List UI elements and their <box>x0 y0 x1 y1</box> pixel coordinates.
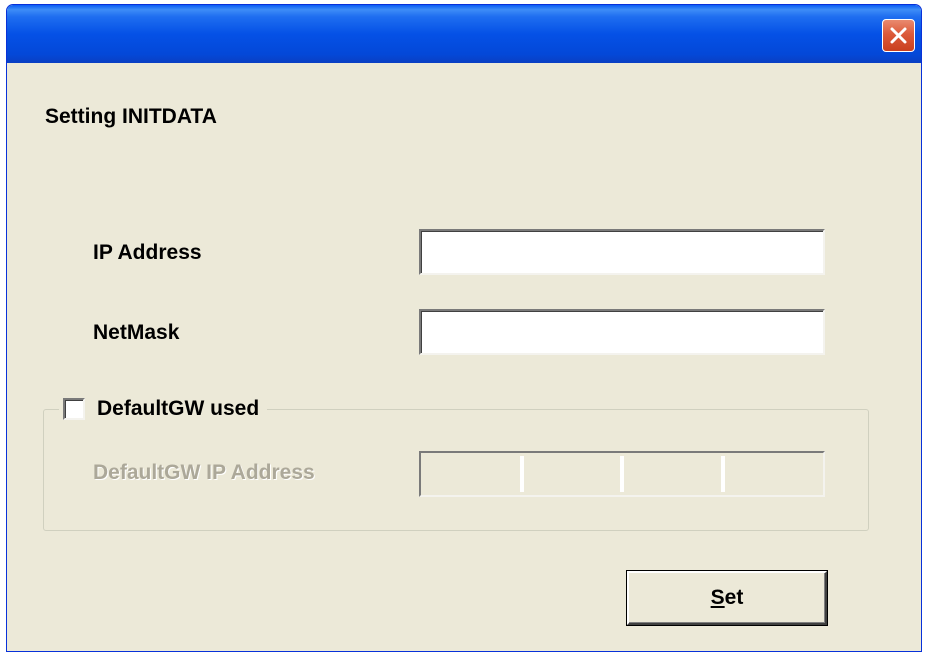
dialog-window: Setting INITDATA IP Address NetMask Defa… <box>6 4 922 652</box>
default-gw-ip-label: DefaultGW IP Address <box>93 461 315 484</box>
close-icon <box>890 27 907 44</box>
default-gw-checkbox-label[interactable]: DefaultGW used <box>97 397 259 421</box>
title-bar[interactable] <box>7 5 921 63</box>
set-button-mnemonic: S <box>710 586 725 609</box>
dialog-heading: Setting INITDATA <box>45 105 217 128</box>
default-gateway-legend: DefaultGW used <box>59 393 268 425</box>
default-gw-ip-field <box>419 451 825 497</box>
ip-address-input[interactable] <box>419 229 825 275</box>
default-gw-checkbox[interactable] <box>63 398 85 420</box>
gw-octet-3 <box>624 456 725 492</box>
set-button-label-rest: et <box>724 586 744 609</box>
set-button[interactable]: Set <box>626 570 828 626</box>
gw-octet-2 <box>523 456 624 492</box>
gw-octet-4 <box>724 456 821 492</box>
netmask-input[interactable] <box>419 309 825 355</box>
close-button[interactable] <box>882 19 915 52</box>
netmask-label: NetMask <box>93 321 180 344</box>
ip-address-label: IP Address <box>93 241 202 264</box>
dialog-content: Setting INITDATA IP Address NetMask Defa… <box>7 63 921 651</box>
gw-octet-1 <box>423 456 524 492</box>
